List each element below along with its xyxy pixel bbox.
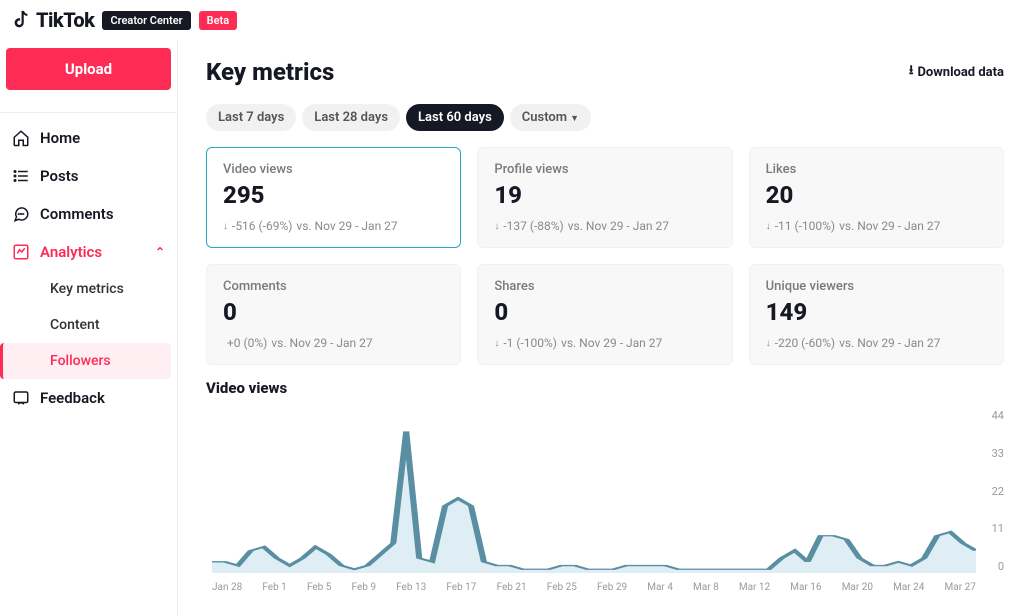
list-icon	[12, 167, 30, 185]
sidebar-item-label: Posts	[40, 167, 78, 185]
sidebar-item-home[interactable]: Home	[6, 119, 171, 157]
sidebar: Upload Home Posts Comments Analytics ⌃ K…	[0, 40, 178, 616]
metric-delta: ↓-220 (-60%) vs. Nov 29 - Jan 27	[766, 336, 987, 350]
metric-label: Likes	[766, 162, 987, 177]
chart-plot-area	[212, 409, 976, 573]
date-range-tabs: Last 7 days Last 28 days Last 60 days Cu…	[206, 104, 1004, 131]
trend-arrow-icon: ↓	[494, 221, 499, 232]
sidebar-item-label: Feedback	[40, 389, 105, 407]
trend-arrow-icon: ↓	[766, 338, 771, 349]
metric-delta: ↓-1 (-100%) vs. Nov 29 - Jan 27	[494, 336, 715, 350]
analytics-icon	[12, 243, 30, 261]
sidebar-item-label: Home	[40, 129, 80, 147]
tab-last-7-days[interactable]: Last 7 days	[206, 104, 296, 131]
sidebar-item-feedback[interactable]: Feedback	[6, 379, 171, 417]
chart-title: Video views	[206, 379, 1004, 397]
metric-card-shares[interactable]: Shares 0 ↓-1 (-100%) vs. Nov 29 - Jan 27	[477, 264, 732, 365]
metric-value: 0	[494, 298, 715, 326]
tab-last-60-days[interactable]: Last 60 days	[406, 104, 504, 131]
metric-card-likes[interactable]: Likes 20 ↓-11 (-100%) vs. Nov 29 - Jan 27	[749, 147, 1004, 248]
metric-card-video-views[interactable]: Video views 295 ↓-516 (-69%) vs. Nov 29 - …	[206, 147, 461, 248]
chart-x-axis: Jan 28Feb 1Feb 5Feb 9Feb 13Feb 17Feb 21F…	[212, 582, 976, 593]
sidebar-item-posts[interactable]: Posts	[6, 157, 171, 195]
metric-label: Comments	[223, 279, 444, 294]
brand-logo[interactable]: TikTok	[10, 8, 94, 32]
page-title: Key metrics	[206, 58, 334, 86]
metric-card-profile-views[interactable]: Profile views 19 ↓-137 (-88%) vs. Nov 29 -…	[477, 147, 732, 248]
brand-text: TikTok	[36, 8, 94, 32]
chart-y-axis: 443322110	[980, 409, 1004, 573]
sidebar-item-comments[interactable]: Comments	[6, 195, 171, 233]
main-content: Key metrics ⭳ Download data Last 7 days …	[178, 40, 1024, 616]
metric-label: Shares	[494, 279, 715, 294]
sidebar-item-label: Analytics	[40, 243, 102, 261]
creator-center-badge: Creator Center	[102, 11, 190, 30]
metric-delta: ↓-137 (-88%) vs. Nov 29 - Jan 27	[494, 219, 715, 233]
metric-label: Unique viewers	[766, 279, 987, 294]
metric-cards-grid: Video views 295 ↓-516 (-69%) vs. Nov 29 - …	[206, 147, 1004, 365]
tab-custom[interactable]: Custom▼	[510, 104, 591, 131]
metric-delta: +0 (0%) vs. Nov 29 - Jan 27	[223, 336, 444, 350]
app-header: TikTok Creator Center Beta	[0, 0, 1024, 40]
chart-svg	[212, 409, 976, 573]
metric-value: 295	[223, 181, 444, 209]
sidebar-sub-content[interactable]: Content	[6, 307, 171, 343]
metric-label: Profile views	[494, 162, 715, 177]
trend-arrow-icon: ↓	[494, 338, 499, 349]
metric-card-comments[interactable]: Comments 0 +0 (0%) vs. Nov 29 - Jan 27	[206, 264, 461, 365]
chevron-down-icon: ▼	[570, 114, 579, 124]
home-icon	[12, 129, 30, 147]
metric-delta: ↓-516 (-69%) vs. Nov 29 - Jan 27	[223, 219, 444, 233]
video-views-chart: 443322110 Jan 28Feb 1Feb 5Feb 9Feb 13Feb…	[206, 401, 1004, 601]
feedback-icon	[12, 389, 30, 407]
trend-arrow-icon: ↓	[223, 221, 228, 232]
chevron-up-icon: ⌃	[155, 245, 165, 259]
metric-card-unique-viewers[interactable]: Unique viewers 149 ↓-220 (-60%) vs. Nov 29…	[749, 264, 1004, 365]
metric-value: 20	[766, 181, 987, 209]
upload-button[interactable]: Upload	[6, 48, 171, 90]
sidebar-item-label: Comments	[40, 205, 114, 223]
trend-arrow-icon: ↓	[766, 221, 771, 232]
beta-badge: Beta	[199, 11, 238, 30]
download-icon: ⭳	[909, 61, 914, 83]
sidebar-sub-key-metrics[interactable]: Key metrics	[6, 271, 171, 307]
download-data-button[interactable]: ⭳ Download data	[909, 61, 1004, 83]
download-label: Download data	[917, 65, 1004, 80]
sidebar-sub-followers[interactable]: Followers	[0, 343, 171, 379]
tab-last-28-days[interactable]: Last 28 days	[302, 104, 400, 131]
tiktok-icon	[10, 9, 32, 31]
metric-delta: ↓-11 (-100%) vs. Nov 29 - Jan 27	[766, 219, 987, 233]
sidebar-item-analytics[interactable]: Analytics ⌃	[6, 233, 171, 271]
metric-value: 19	[494, 181, 715, 209]
metric-value: 149	[766, 298, 987, 326]
divider	[0, 112, 177, 113]
comment-icon	[12, 205, 30, 223]
metric-value: 0	[223, 298, 444, 326]
metric-label: Video views	[223, 162, 444, 177]
